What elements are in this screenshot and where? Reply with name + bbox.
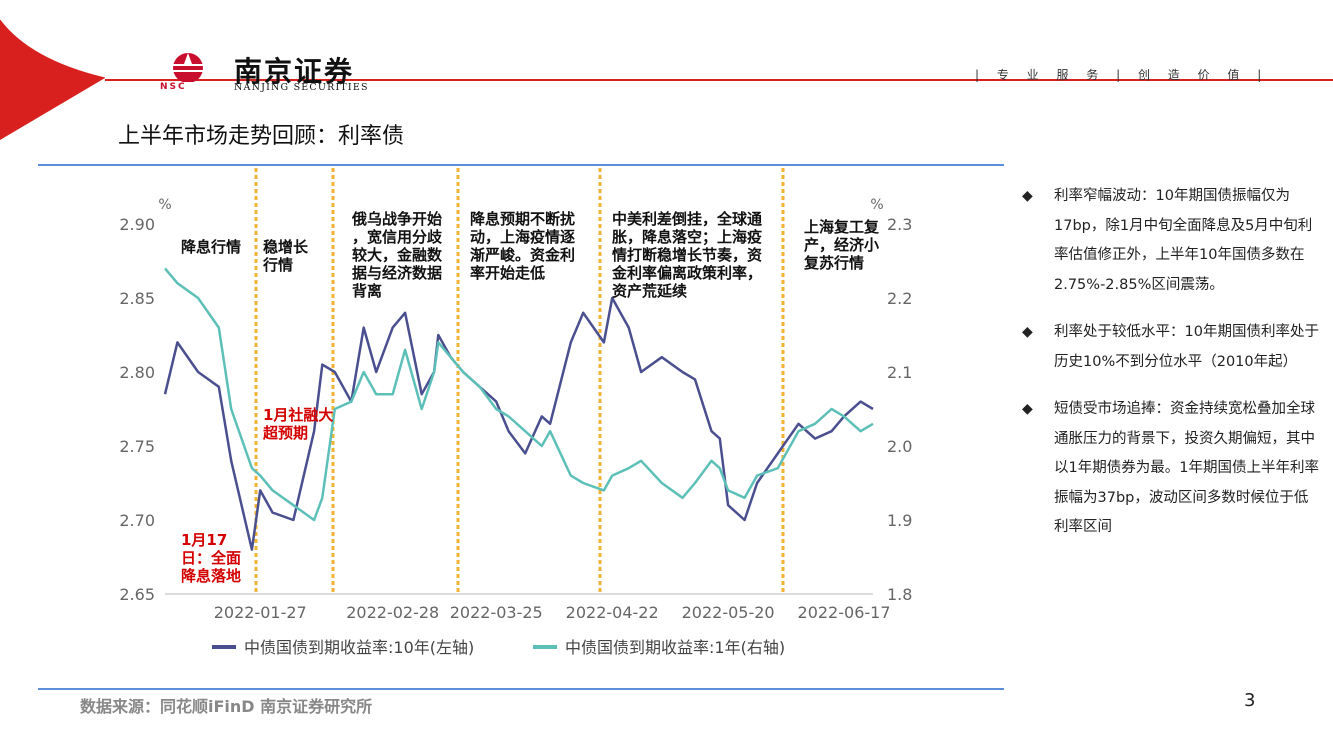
bullet-text: 利率窄幅波动：10年期国债振幅仅为17bp，除1月中旬全面降息及5月中旬利率估值…	[1054, 188, 1313, 293]
bullet-list: ◆ 利率窄幅波动：10年期国债振幅仅为17bp，除1月中旬全面降息及5月中旬利率估…	[1022, 182, 1322, 561]
y-right-tick-label: 2.0	[887, 437, 912, 456]
x-tick-label: 2022-02-28	[346, 603, 439, 622]
y-left-tick-label: 2.90	[119, 215, 155, 234]
footer-divider	[38, 688, 1004, 690]
chart-annotation: 降息预期不断扰动，上海疫情逐渐严峻。资金利率开始走低	[470, 210, 575, 282]
diamond-icon: ◆	[1022, 324, 1033, 340]
legend-label: 中债国债到期收益率:1年(右轴)	[565, 638, 785, 657]
bullet-item: ◆ 利率处于较低水平：10年期国债利率处于历史10%不到分位水平（2010年起）	[1022, 318, 1322, 377]
chart-annotation: 1月17 日：全面降息落地	[181, 531, 241, 585]
y-right-tick-label: 2.2	[887, 289, 912, 308]
y-right-unit: %	[870, 197, 883, 213]
legend-label: 中债国债到期收益率:10年(左轴)	[244, 638, 474, 657]
chart-annotation: 上海复工复产，经济小复苏行情	[803, 218, 880, 272]
series-line-1y	[164, 267, 874, 522]
diamond-icon: ◆	[1022, 401, 1033, 417]
chart-annotation: 降息行情	[181, 238, 241, 256]
x-tick-label: 2022-01-27	[214, 603, 307, 622]
bullet-text: 短债受市场追捧：资金持续宽松叠加全球通胀压力的背景下，投资久期偏短，其中以1年期…	[1054, 401, 1319, 535]
x-tick-label: 2022-05-20	[682, 603, 775, 622]
y-left-tick-label: 2.65	[119, 585, 155, 604]
chart-annotation: 俄乌战争开始，宽信用分歧较大，金融数据与经济数据背离	[351, 210, 443, 300]
y-right-tick-label: 2.1	[887, 363, 912, 382]
y-right-tick-label: 2.3	[887, 215, 912, 234]
y-left-tick-label: 2.80	[119, 363, 155, 382]
page-number: 3	[1244, 690, 1256, 711]
chart-annotation: 中美利差倒挂，全球通胀，降息落空；上海疫情打断稳增长节奏，资金利率偏离政策利率，…	[611, 210, 762, 300]
yield-chart: 2.65 2.70 2.75 2.80 2.85 2.90 1.8 1.9 2.0 2.1 2.2 2…	[119, 168, 912, 657]
x-tick-label: 2022-06-17	[798, 603, 891, 622]
chart-annotation: 稳增长行情	[262, 238, 309, 274]
x-tick-label: 2022-03-25	[450, 603, 543, 622]
y-right-tick-label: 1.9	[887, 511, 912, 530]
bullet-text: 利率处于较低水平：10年期国债利率处于历史10%不到分位水平（2010年起）	[1054, 324, 1319, 370]
x-tick-label: 2022-04-22	[566, 603, 659, 622]
diamond-icon: ◆	[1022, 188, 1033, 204]
y-left-tick-label: 2.85	[119, 289, 155, 308]
slogan: | 专 业 服 务 | 创 造 价 值 |	[975, 68, 1266, 82]
y-left-tick-label: 2.70	[119, 511, 155, 530]
data-source: 数据来源：同花顺iFinD 南京证券研究所	[80, 697, 373, 716]
bullet-item: ◆ 短债受市场追捧：资金持续宽松叠加全球通胀压力的背景下，投资久期偏短，其中以1年…	[1022, 395, 1322, 543]
y-left-unit: %	[158, 197, 171, 213]
y-left-tick-label: 2.75	[119, 437, 155, 456]
bullet-item: ◆ 利率窄幅波动：10年期国债振幅仅为17bp，除1月中旬全面降息及5月中旬利率估…	[1022, 182, 1322, 300]
chart-annotation: 1月社融大超预期	[262, 406, 333, 442]
y-right-tick-label: 1.8	[887, 585, 912, 604]
